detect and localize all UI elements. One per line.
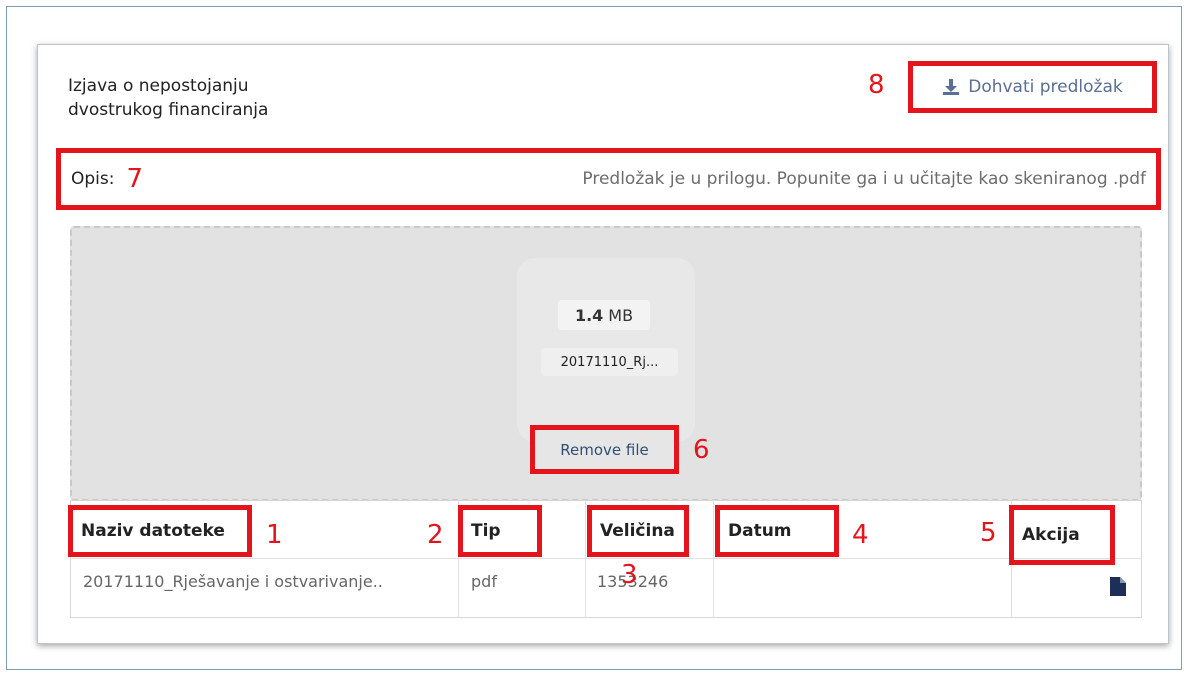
column-header-size[interactable]: Veličina <box>587 505 689 557</box>
annotation-marker-6: 6 <box>693 435 710 465</box>
download-template-button[interactable]: Dohvati predložak <box>908 61 1157 113</box>
column-divider <box>713 500 714 618</box>
column-header-date[interactable]: Datum <box>715 505 839 557</box>
table-row-separator <box>70 558 1142 559</box>
annotation-marker-8: 8 <box>868 70 885 100</box>
annotation-marker-1: 1 <box>266 520 283 550</box>
description-label: Opis: <box>71 169 115 189</box>
remove-file-link[interactable]: Remove file <box>530 425 679 474</box>
column-header-type[interactable]: Tip <box>458 505 542 557</box>
file-icon[interactable] <box>1110 577 1126 596</box>
annotation-marker-3: 3 <box>621 560 638 590</box>
file-size-badge: 1.4 MB <box>558 300 650 330</box>
file-name-badge: 20171110_Rj... <box>541 348 678 376</box>
annotation-marker-4: 4 <box>852 520 869 550</box>
download-template-label: Dohvati predložak <box>968 77 1123 97</box>
document-title: Izjava o nepostojanju dvostrukog financi… <box>68 74 368 122</box>
annotation-marker-5: 5 <box>980 518 997 548</box>
column-header-name[interactable]: Naziv datoteke <box>68 505 252 557</box>
file-size-value: 1.4 <box>574 305 604 325</box>
cell-file-name: 20171110_Rješavanje i ostvarivanje.. <box>83 572 383 591</box>
title-line-2: dvostrukog financiranja <box>68 100 269 120</box>
description-bar: Opis: 7 Predložak je u prilogu. Popunite… <box>56 148 1161 210</box>
column-header-action[interactable]: Akcija <box>1009 505 1115 565</box>
cell-file-type: pdf <box>471 572 497 591</box>
annotation-marker-2: 2 <box>427 520 444 550</box>
title-line-1: Izjava o nepostojanju <box>68 76 249 96</box>
file-size-unit: MB <box>608 305 634 325</box>
description-text: Predložak je u prilogu. Popunite ga i u … <box>582 169 1146 189</box>
download-icon <box>942 78 960 96</box>
annotation-marker-7: 7 <box>126 164 144 194</box>
column-divider <box>585 500 586 618</box>
